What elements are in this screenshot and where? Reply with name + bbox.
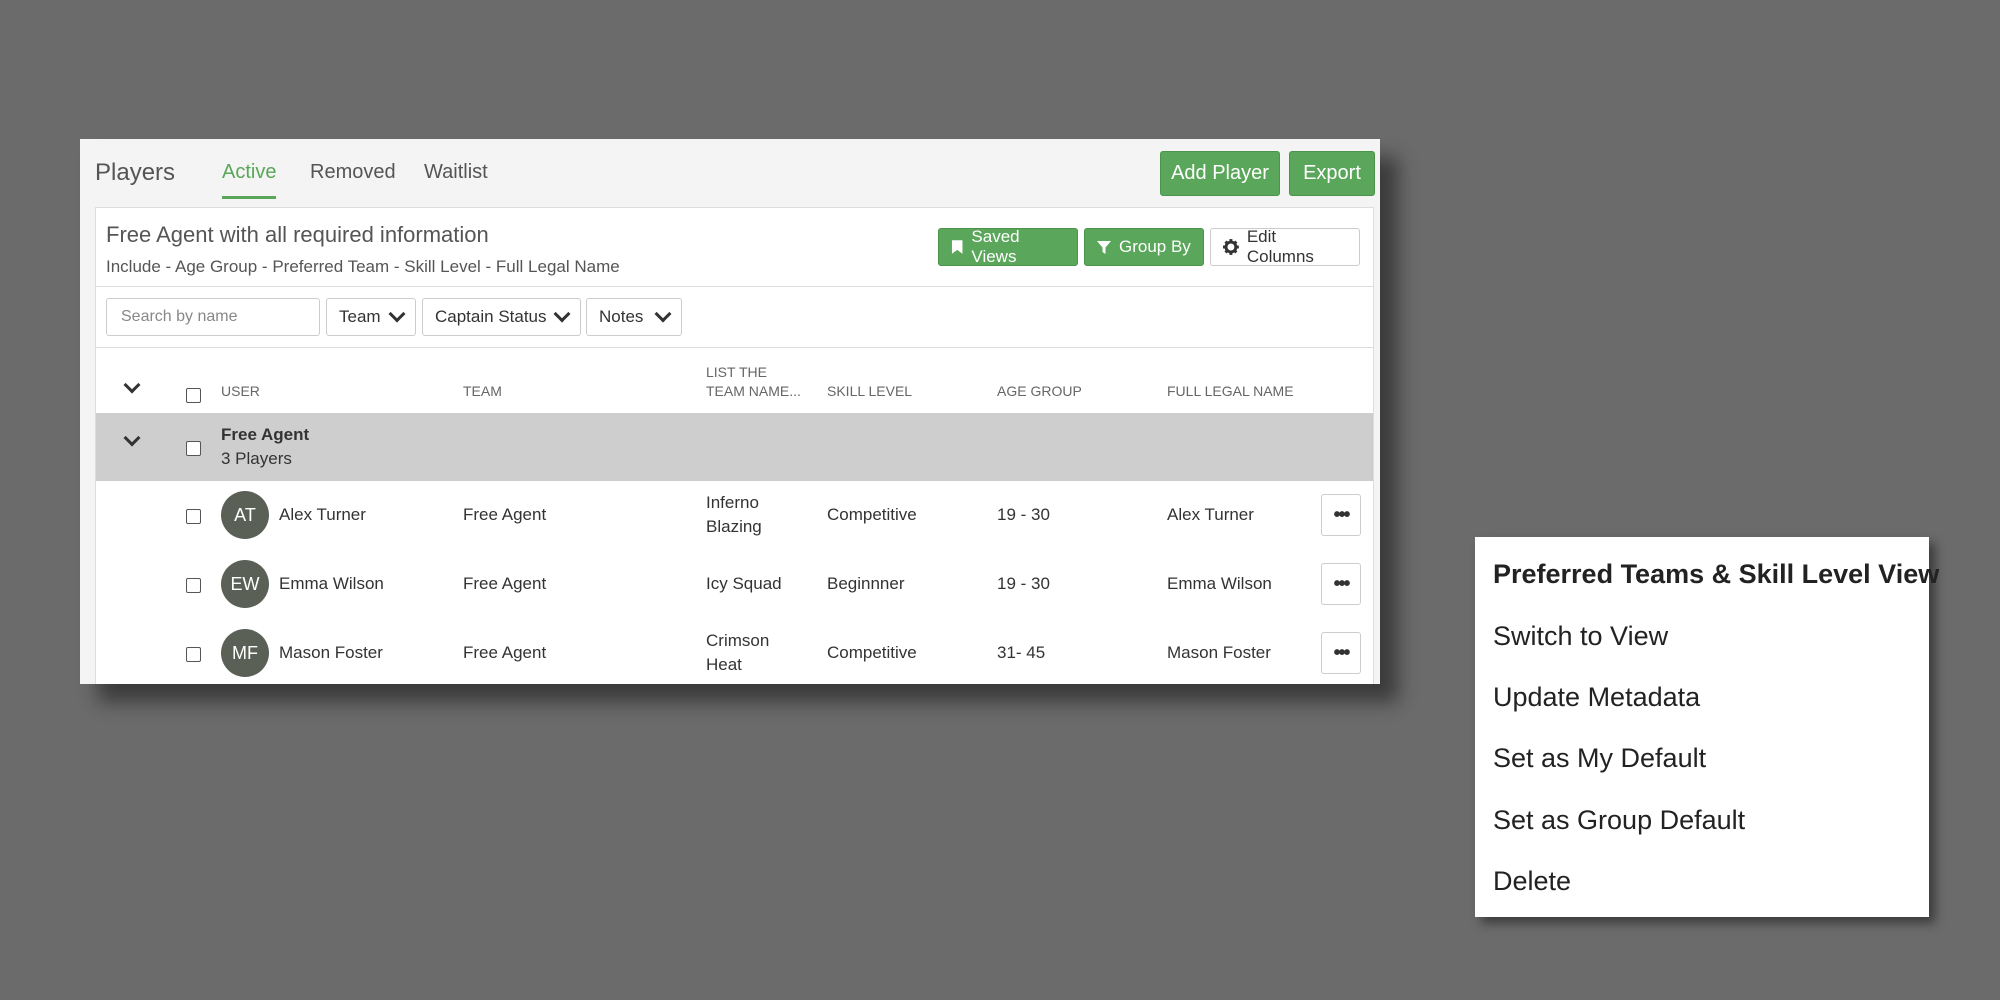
search-input[interactable] <box>106 298 320 336</box>
team-cell: Free Agent <box>463 505 547 524</box>
edit-columns-label: Edit Columns <box>1246 227 1314 266</box>
menu-item-set-my-default[interactable]: Set as My Default <box>1493 743 1706 774</box>
column-header-full-legal-name[interactable]: FULL LEGAL NAME <box>1167 382 1294 401</box>
more-options-button[interactable]: ••• <box>1321 494 1361 536</box>
row-checkbox[interactable] <box>186 578 201 593</box>
group-count: 3 Players <box>221 449 292 468</box>
team-filter-label: Team <box>339 307 381 326</box>
menu-item-update-metadata[interactable]: Update Metadata <box>1493 682 1700 713</box>
group-by-label: Group By <box>1119 237 1191 256</box>
view-subtitle: Include - Age Group - Preferred Team - S… <box>106 257 620 276</box>
ellipsis-icon: ••• <box>1333 503 1350 526</box>
ellipsis-icon: ••• <box>1333 641 1350 664</box>
gear-icon <box>1223 239 1239 255</box>
export-button[interactable]: Export <box>1289 151 1375 196</box>
filter-icon <box>1097 240 1111 254</box>
skill-level-cell: Competitive <box>827 643 917 662</box>
menu-view-title: Preferred Teams & Skill Level View <box>1493 559 1940 589</box>
edit-columns-button[interactable]: Edit Columns <box>1210 227 1360 266</box>
divider <box>96 347 1373 348</box>
table-row[interactable]: AT Alex Turner Free Agent Inferno Blazin… <box>96 481 1373 551</box>
user-name[interactable]: Alex Turner <box>279 503 366 526</box>
saved-view-menu: Preferred Teams & Skill Level View Switc… <box>1475 537 1939 917</box>
menu-item-delete[interactable]: Delete <box>1493 866 1571 897</box>
select-all-checkbox[interactable] <box>186 388 201 403</box>
add-player-button[interactable]: Add Player <box>1160 151 1280 196</box>
avatar: AT <box>221 491 269 539</box>
user-name[interactable]: Mason Foster <box>279 641 383 664</box>
list-team-cell-line1: Icy Squad <box>706 574 782 593</box>
menu-item-switch-to-view[interactable]: Switch to View <box>1493 621 1668 652</box>
full-legal-name-cell: Alex Turner <box>1167 505 1254 524</box>
age-group-cell: 19 - 30 <box>997 505 1050 524</box>
tab-active[interactable]: Active <box>222 161 277 199</box>
team-cell: Free Agent <box>463 574 547 593</box>
captain-status-filter-dropdown[interactable]: Captain Status <box>422 298 581 336</box>
chevron-down-icon <box>553 305 571 323</box>
notes-filter-dropdown[interactable]: Notes <box>586 298 682 336</box>
captain-status-filter-label: Captain Status <box>435 307 547 326</box>
chevron-down-icon[interactable] <box>123 429 141 447</box>
list-team-cell-line1: Inferno <box>706 493 759 512</box>
list-team-cell-line2: Blazing <box>706 517 762 536</box>
column-header-skill-level[interactable]: SKILL LEVEL <box>827 382 912 401</box>
list-team-cell-line1: Crimson <box>706 631 770 650</box>
avatar: EW <box>221 560 269 608</box>
group-name: Free Agent <box>221 425 310 444</box>
saved-views-button[interactable]: Saved Views <box>938 227 1078 266</box>
full-legal-name-cell: Emma Wilson <box>1167 574 1272 593</box>
page-title: Players <box>95 159 176 186</box>
team-filter-dropdown[interactable]: Team <box>326 298 416 336</box>
column-header-list-team-name-line2[interactable]: TEAM NAME... <box>706 382 801 401</box>
full-legal-name-cell: Mason Foster <box>1167 643 1271 662</box>
menu-item-set-group-default[interactable]: Set as Group Default <box>1493 805 1745 836</box>
tab-removed[interactable]: Removed <box>310 161 396 184</box>
age-group-cell: 31- 45 <box>997 643 1046 662</box>
team-cell: Free Agent <box>463 643 547 662</box>
column-header-team[interactable]: TEAM <box>463 382 502 401</box>
collapse-all-chevron-icon[interactable] <box>123 376 141 394</box>
players-panel: Players Active Removed Waitlist Add Play… <box>80 139 1380 684</box>
chevron-down-icon <box>654 305 672 323</box>
skill-level-cell: Beginnner <box>827 574 905 593</box>
row-checkbox[interactable] <box>186 647 201 662</box>
table-row[interactable]: EW Emma Wilson Free Agent Icy Squad Begi… <box>96 550 1373 620</box>
chevron-down-icon <box>388 305 406 323</box>
players-table-card: Free Agent with all required information… <box>95 207 1374 684</box>
user-name[interactable]: Emma Wilson <box>279 572 384 595</box>
column-header-age-group[interactable]: AGE GROUP <box>997 382 1082 401</box>
avatar: MF <box>221 629 269 677</box>
group-checkbox[interactable] <box>186 441 201 456</box>
column-header-user[interactable]: USER <box>221 382 260 401</box>
list-team-cell-line2: Heat <box>706 655 742 674</box>
table-row[interactable]: MF Mason Foster Free Agent Crimson Heat … <box>96 619 1373 684</box>
view-title: Free Agent with all required information <box>106 222 489 247</box>
saved-views-label: Saved Views <box>971 227 1020 266</box>
group-by-button[interactable]: Group By <box>1084 228 1204 266</box>
group-row-free-agent[interactable]: Free Agent 3 Players <box>96 413 1373 481</box>
more-options-button[interactable]: ••• <box>1321 632 1361 674</box>
players-header: Players Active Removed Waitlist Add Play… <box>80 139 1380 207</box>
row-checkbox[interactable] <box>186 509 201 524</box>
divider <box>96 286 1373 287</box>
more-options-button[interactable]: ••• <box>1321 563 1361 605</box>
age-group-cell: 19 - 30 <box>997 574 1050 593</box>
bookmark-icon <box>951 240 963 254</box>
column-header-list-team-name-line1[interactable]: LIST THE <box>706 363 767 382</box>
ellipsis-icon: ••• <box>1333 572 1350 595</box>
notes-filter-label: Notes <box>599 307 644 326</box>
tab-waitlist[interactable]: Waitlist <box>424 161 488 184</box>
skill-level-cell: Competitive <box>827 505 917 524</box>
